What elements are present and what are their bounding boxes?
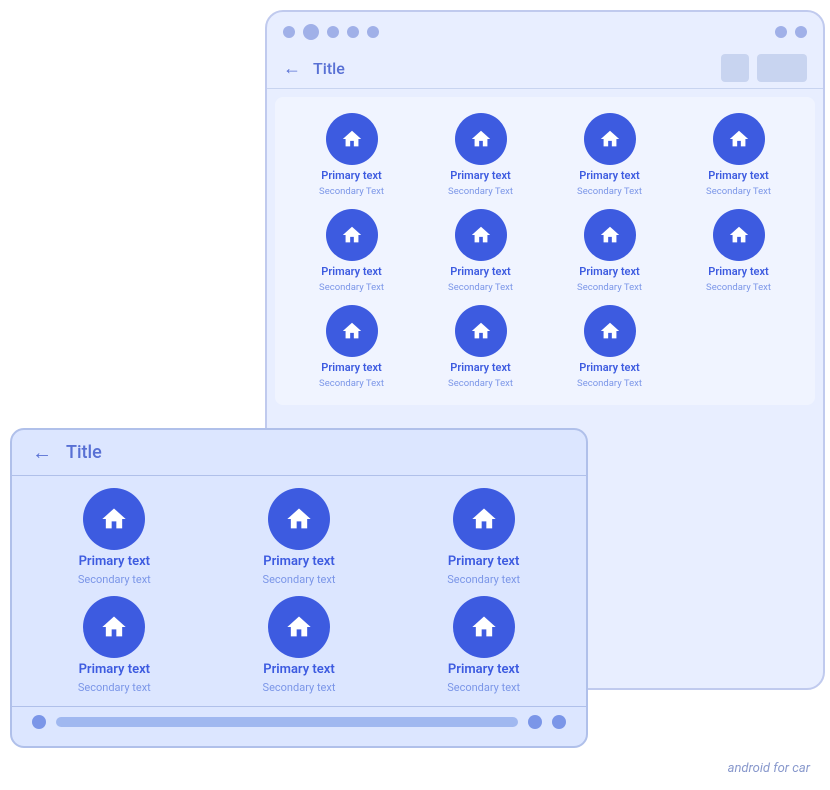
grid-item-4[interactable]: Primary text Secondary Text (678, 113, 799, 197)
grid-secondary-11: Secondary Text (577, 378, 642, 389)
tab-dot-2 (528, 715, 542, 729)
tablet-grid-primary-6: Primary text (448, 662, 519, 677)
tablet-frame: ← Title Primary text Secondary text Prim… (10, 428, 588, 748)
toolbar-icon-square[interactable] (721, 54, 749, 82)
status-dot-right-1 (775, 26, 787, 38)
tablet-bottom-bar (12, 706, 586, 737)
grid-primary-3: Primary text (579, 169, 639, 182)
grid-primary-10: Primary text (450, 361, 510, 374)
tab-dot-3 (552, 715, 566, 729)
grid-icon-4 (713, 113, 765, 165)
grid-icon-9 (326, 305, 378, 357)
grid-secondary-4: Secondary Text (706, 186, 771, 197)
grid-item-6[interactable]: Primary text Secondary Text (420, 209, 541, 293)
grid-item-7[interactable]: Primary text Secondary Text (549, 209, 670, 293)
tablet-grid-secondary-6: Secondary text (447, 681, 520, 694)
tablet-grid-primary-2: Primary text (263, 554, 334, 569)
grid-primary-9: Primary text (321, 361, 381, 374)
tablet-grid-secondary-3: Secondary text (447, 573, 520, 586)
grid-secondary-9: Secondary Text (319, 378, 384, 389)
grid-secondary-7: Secondary Text (577, 282, 642, 293)
grid-primary-1: Primary text (321, 169, 381, 182)
grid-icon-1 (326, 113, 378, 165)
tablet-grid-primary-3: Primary text (448, 554, 519, 569)
tablet-grid-item-3[interactable]: Primary text Secondary text (401, 488, 566, 586)
tablet-grid-content: Primary text Secondary text Primary text… (12, 476, 586, 706)
grid-secondary-2: Secondary Text (448, 186, 513, 197)
phone-grid-content: Primary text Secondary Text Primary text… (275, 97, 815, 405)
status-dot-4 (347, 26, 359, 38)
grid-item-2[interactable]: Primary text Secondary Text (420, 113, 541, 197)
grid-icon-6 (455, 209, 507, 261)
grid-secondary-5: Secondary Text (319, 282, 384, 293)
grid-item-10[interactable]: Primary text Secondary Text (420, 305, 541, 389)
grid-icon-8 (713, 209, 765, 261)
tablet-grid-primary-1: Primary text (79, 554, 150, 569)
grid-item-1[interactable]: Primary text Secondary Text (291, 113, 412, 197)
status-dot-2 (303, 24, 319, 40)
tablet-grid-secondary-2: Secondary text (263, 573, 336, 586)
grid-item-3[interactable]: Primary text Secondary Text (549, 113, 670, 197)
grid-primary-6: Primary text (450, 265, 510, 278)
grid-secondary-10: Secondary Text (448, 378, 513, 389)
tablet-grid-icon-2 (268, 488, 330, 550)
grid-primary-4: Primary text (708, 169, 768, 182)
grid-item-11[interactable]: Primary text Secondary Text (549, 305, 670, 389)
grid-item-8[interactable]: Primary text Secondary Text (678, 209, 799, 293)
grid-icon-11 (584, 305, 636, 357)
grid-icon-10 (455, 305, 507, 357)
tablet-grid-item-6[interactable]: Primary text Secondary text (401, 596, 566, 694)
phone-title: Title (313, 59, 713, 78)
tablet-grid-secondary-1: Secondary text (78, 573, 151, 586)
phone-status-bar (267, 12, 823, 48)
tablet-title: Title (66, 442, 102, 463)
grid-primary-11: Primary text (579, 361, 639, 374)
grid-primary-2: Primary text (450, 169, 510, 182)
tablet-back-arrow-icon[interactable]: ← (32, 440, 52, 465)
grid-icon-3 (584, 113, 636, 165)
toolbar-icon-rect[interactable] (757, 54, 807, 82)
back-arrow-icon[interactable]: ← (283, 58, 301, 79)
tablet-grid-item-2[interactable]: Primary text Secondary text (217, 488, 382, 586)
grid-secondary-3: Secondary Text (577, 186, 642, 197)
phone-toolbar: ← Title (267, 48, 823, 89)
tablet-grid-primary-5: Primary text (263, 662, 334, 677)
tab-dot-1 (32, 715, 46, 729)
grid-primary-8: Primary text (708, 265, 768, 278)
tablet-grid-item-4[interactable]: Primary text Secondary text (32, 596, 197, 694)
grid-primary-5: Primary text (321, 265, 381, 278)
tablet-grid-secondary-4: Secondary text (78, 681, 151, 694)
tablet-grid-item-1[interactable]: Primary text Secondary text (32, 488, 197, 586)
tablet-grid-icon-5 (268, 596, 330, 658)
status-dot-right-2 (795, 26, 807, 38)
tablet-grid-item-5[interactable]: Primary text Secondary text (217, 596, 382, 694)
grid-secondary-1: Secondary Text (319, 186, 384, 197)
grid-empty-slot (678, 305, 799, 389)
status-dot-3 (327, 26, 339, 38)
grid-item-5[interactable]: Primary text Secondary Text (291, 209, 412, 293)
tab-bar-fill[interactable] (56, 717, 518, 727)
tablet-grid-icon-6 (453, 596, 515, 658)
grid-icon-5 (326, 209, 378, 261)
status-dot-5 (367, 26, 379, 38)
tablet-toolbar: ← Title (12, 430, 586, 476)
grid-icon-2 (455, 113, 507, 165)
grid-item-9[interactable]: Primary text Secondary Text (291, 305, 412, 389)
tablet-grid-icon-3 (453, 488, 515, 550)
grid-secondary-6: Secondary Text (448, 282, 513, 293)
tablet-grid-icon-1 (83, 488, 145, 550)
tablet-grid-primary-4: Primary text (79, 662, 150, 677)
grid-primary-7: Primary text (579, 265, 639, 278)
grid-icon-7 (584, 209, 636, 261)
tablet-grid-icon-4 (83, 596, 145, 658)
tablet-grid-secondary-5: Secondary text (263, 681, 336, 694)
status-dot-1 (283, 26, 295, 38)
android-label: android for car (728, 761, 810, 776)
grid-secondary-8: Secondary Text (706, 282, 771, 293)
